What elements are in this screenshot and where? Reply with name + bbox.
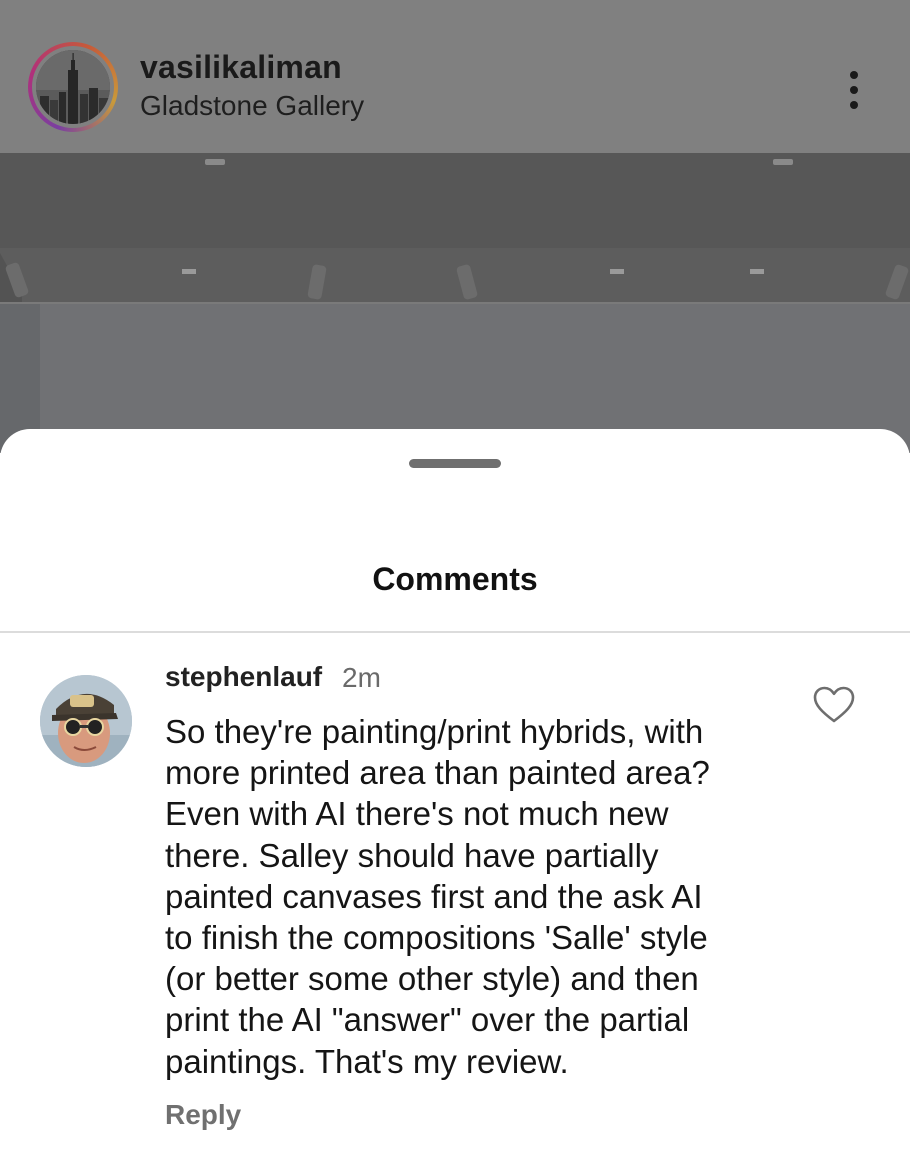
comments-title: Comments [372, 561, 538, 597]
post-author-avatar[interactable] [28, 42, 118, 132]
sheet-divider [0, 631, 910, 633]
comment-line: to finish the compositions 'Salle' style [165, 919, 708, 957]
sheet-drag-handle[interactable] [409, 459, 501, 468]
comment-line: So they're painting/print hybrids, with [165, 713, 704, 750]
more-options-icon[interactable] [832, 62, 876, 118]
comment-timestamp: 2m [342, 662, 381, 693]
gallery-photo [0, 153, 910, 453]
comment-line: painted canvases first and the ask AI [165, 877, 703, 915]
heart-icon[interactable] [812, 685, 856, 725]
comment-line: print the AI "answer" over the partial [165, 1001, 690, 1039]
commenter-avatar[interactable] [40, 675, 132, 767]
comment-line: more printed area than painted area? [165, 754, 710, 792]
skyline-avatar-image [36, 50, 110, 124]
comment-line: Even with AI there's not much new [165, 795, 669, 833]
post-header: vasilikaliman Gladstone Gallery [0, 0, 910, 153]
reply-button[interactable]: Reply [165, 1099, 241, 1131]
comment-username[interactable]: stephenlauf [165, 661, 322, 693]
post-image [0, 153, 910, 453]
comment-line: (or better some other style) and then [165, 960, 699, 998]
comment-body: So they're painting/print hybrids, with … [165, 711, 785, 1082]
comments-sheet: Comments stephenlauf 2m So they're paint… [0, 429, 910, 1175]
comment-line: paintings. That's my review. [165, 1042, 569, 1080]
commenter-photo [40, 675, 132, 767]
post-location[interactable]: Gladstone Gallery [140, 90, 364, 122]
post-author-username[interactable]: vasilikaliman [140, 49, 342, 86]
comment-line: there. Salley should have partially [165, 836, 659, 874]
